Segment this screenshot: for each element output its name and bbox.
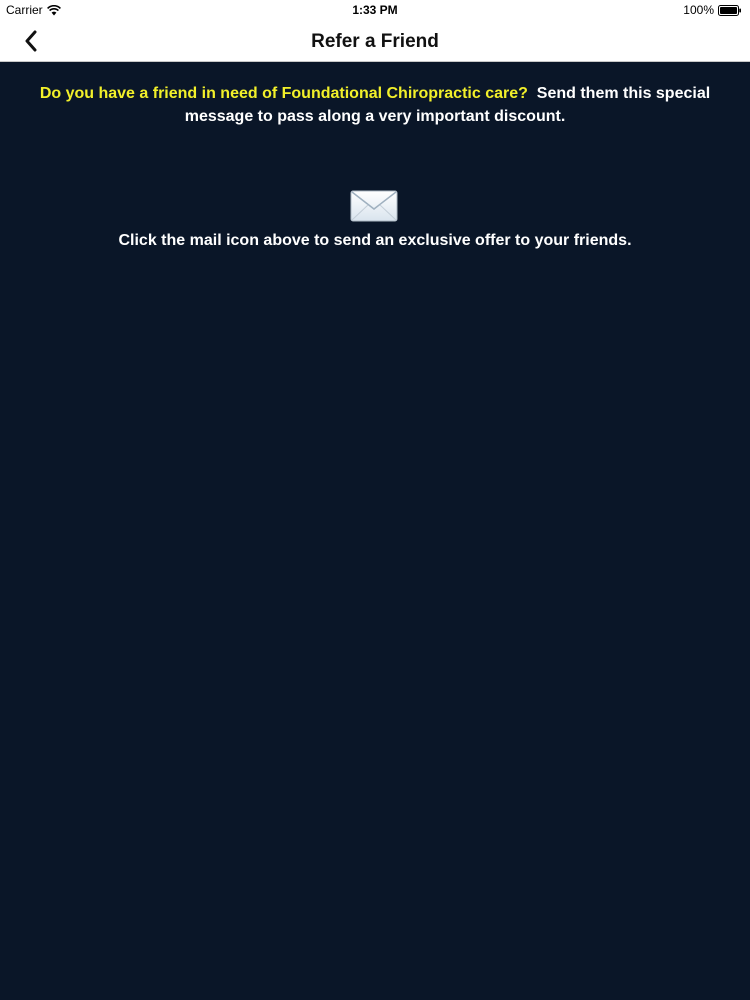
intro-question: Do you have a friend in need of Foundati… bbox=[39, 85, 528, 102]
status-time: 1:33 PM bbox=[352, 3, 398, 17]
envelope-icon bbox=[350, 190, 398, 222]
instruction-text: Click the mail icon above to send an exc… bbox=[118, 232, 632, 249]
mail-button[interactable] bbox=[350, 190, 398, 222]
battery-percentage: 100% bbox=[683, 3, 714, 17]
intro-text: Do you have a friend in need of Foundati… bbox=[0, 82, 750, 128]
screen: Carrier 1:33 PM 100% Refer a Friend Do y… bbox=[0, 0, 750, 1000]
status-bar: Carrier 1:33 PM 100% bbox=[0, 0, 750, 20]
battery-icon bbox=[718, 4, 741, 16]
navigation-bar: Refer a Friend bbox=[0, 20, 750, 62]
page-title: Refer a Friend bbox=[311, 31, 439, 52]
status-right: 100% bbox=[683, 3, 742, 17]
